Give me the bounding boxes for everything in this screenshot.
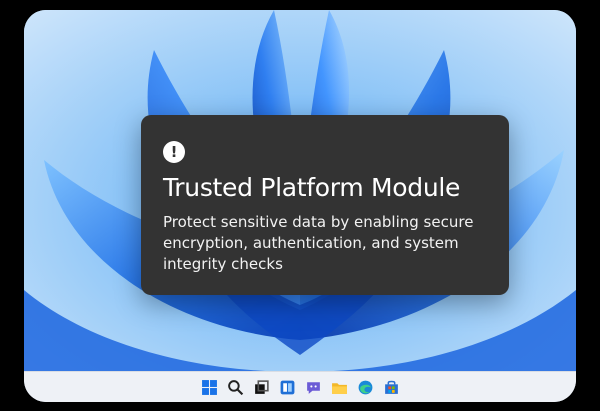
taskbar xyxy=(24,371,576,402)
store-icon[interactable] xyxy=(382,378,401,397)
search-icon[interactable] xyxy=(226,378,245,397)
desktop-screen: ! Trusted Platform Module Protect sensit… xyxy=(24,10,576,402)
windows-start-icon[interactable] xyxy=(200,378,219,397)
dialog-title: Trusted Platform Module xyxy=(163,173,461,202)
exclamation-icon: ! xyxy=(163,141,185,163)
edge-browser-icon[interactable] xyxy=(356,378,375,397)
dialog-message: Protect sensitive data by enabling secur… xyxy=(163,213,474,273)
tpm-info-dialog: ! Trusted Platform Module Protect sensit… xyxy=(141,115,509,295)
task-view-icon[interactable] xyxy=(252,378,271,397)
file-explorer-icon[interactable] xyxy=(330,378,349,397)
widgets-icon[interactable] xyxy=(278,378,297,397)
chat-icon[interactable] xyxy=(304,378,323,397)
